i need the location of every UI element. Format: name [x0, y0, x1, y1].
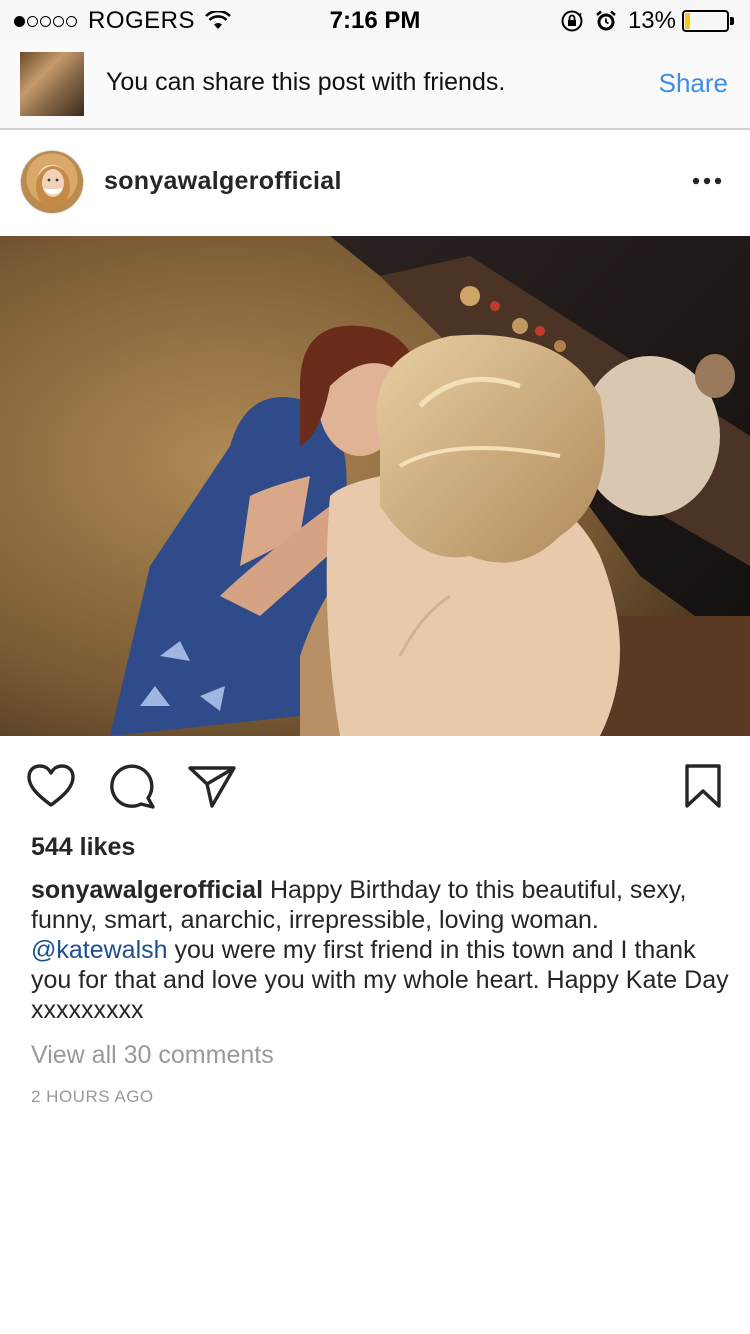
post-header: sonyawalgerofficial: [0, 130, 750, 236]
view-comments-link[interactable]: View all 30 comments: [31, 1041, 274, 1070]
comment-icon[interactable]: [107, 763, 157, 809]
ellipsis-icon[interactable]: [692, 176, 722, 186]
likes-count[interactable]: 544 likes: [31, 833, 135, 862]
avatar-image: [36, 166, 70, 208]
post-timestamp: 2 HOURS AGO: [31, 1087, 154, 1106]
alarm-icon: [596, 10, 616, 31]
share-button[interactable]: Share: [659, 68, 728, 99]
bookmark-icon[interactable]: [680, 763, 726, 809]
status-bar: ROGERS 7:16 PM 13%: [0, 0, 750, 40]
post-username[interactable]: sonyawalgerofficial: [104, 167, 342, 196]
share-banner-message: You can share this post with friends.: [106, 68, 506, 96]
battery-level: [685, 13, 690, 29]
share-banner: You can share this post with friends. Sh…: [0, 40, 750, 130]
post-photo[interactable]: [0, 236, 750, 736]
post-caption: sonyawalgerofficial Happy Birthday to th…: [31, 875, 731, 1025]
caption-mention[interactable]: @katewalsh: [31, 936, 168, 964]
battery-percentage: 13%: [627, 7, 676, 34]
share-send-icon[interactable]: [187, 763, 237, 809]
post-actions: [0, 736, 750, 832]
caption-username[interactable]: sonyawalgerofficial: [31, 876, 263, 904]
battery-icon: [682, 10, 736, 32]
avatar[interactable]: [20, 150, 84, 214]
post-thumbnail[interactable]: [20, 52, 84, 116]
post-photo-image: [0, 236, 750, 736]
status-right: 13%: [560, 7, 736, 35]
heart-icon[interactable]: [26, 763, 76, 809]
rotation-lock-icon: [561, 10, 583, 32]
